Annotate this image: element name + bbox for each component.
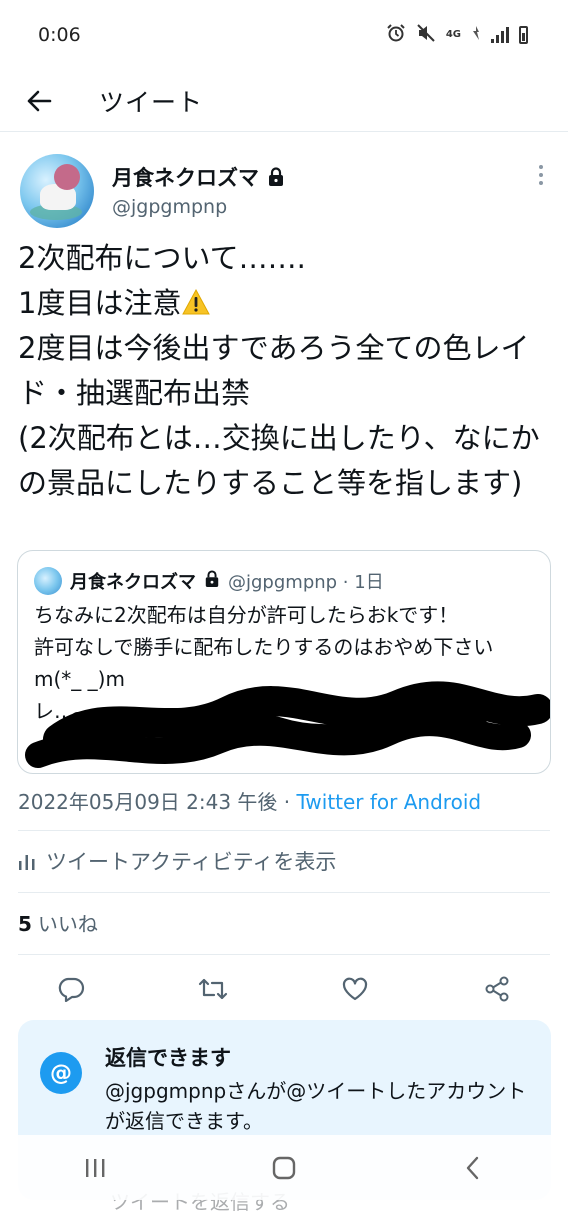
source-link[interactable]: Twitter for Android [297, 790, 482, 814]
wifi-icon [471, 24, 481, 46]
like-icon [342, 977, 368, 1001]
likes-count: 5 [18, 912, 32, 936]
retweet-button[interactable] [196, 972, 230, 1006]
lock-icon [204, 569, 220, 593]
quoted-tweet-header: 月食ネクロズマ @jgpgmpnp · 1日 [34, 567, 384, 595]
activity-label: ツイートアクティビティを表示 [46, 850, 337, 874]
tweet-text: 2次配布について……. 1度目は注意 2度目は今後出すであろう全ての色レイド・抽選配… [18, 236, 550, 506]
home-icon [272, 1156, 296, 1179]
quoted-display-name: 月食ネクロズマ [70, 572, 196, 593]
tweet-line: 2次配布について……. [18, 241, 306, 275]
reply-icon [58, 977, 85, 1002]
divider [18, 830, 550, 831]
app-header: ツイート [0, 70, 568, 132]
lock-icon [267, 167, 285, 187]
more-options-button[interactable] [526, 160, 556, 190]
tweet-line-with-icon: 1度目は注意 [18, 281, 550, 326]
likes-summary[interactable]: 5 いいね [18, 908, 98, 937]
arrow-left-icon [27, 90, 52, 111]
alarm-icon [386, 23, 406, 47]
timestamp-text: 2022年05月09日 2:43 午後 · [18, 790, 297, 814]
share-icon [485, 976, 509, 1002]
status-icons: 4G [386, 23, 528, 47]
retweet-icon [198, 978, 228, 1000]
more-icon [539, 165, 543, 169]
quoted-handle-time: @jgpgmpnp · 1日 [228, 572, 384, 593]
author-handle[interactable]: @jgpgmpnp [112, 196, 227, 218]
page-title: ツイート [99, 87, 204, 117]
tweet-timestamp: 2022年05月09日 2:43 午後 · Twitter for Androi… [18, 786, 481, 815]
back-button[interactable] [13, 75, 65, 127]
recent-apps-icon [85, 1158, 105, 1177]
network-type: 4G [445, 29, 461, 40]
reply-button[interactable] [54, 972, 88, 1006]
tweet-line: (2次配布とは…交換に出したり、なにかの景品にしたりすること等を指します) [18, 421, 540, 500]
back-nav-button[interactable] [448, 1143, 498, 1193]
share-button[interactable] [480, 972, 514, 1006]
signal-icon [491, 27, 509, 43]
reply-notice-body: @jgpgmpnpさんが@ツイートしたアカウントが返信できます。 [105, 1079, 527, 1133]
chevron-left-icon [467, 1156, 479, 1179]
status-bar: 0:06 4G [0, 0, 568, 70]
divider [18, 892, 550, 893]
avatar[interactable] [20, 154, 94, 228]
at-icon: @ [40, 1052, 82, 1094]
like-button[interactable] [338, 972, 372, 1006]
quoted-tweet[interactable]: 月食ネクロズマ @jgpgmpnp · 1日 ちなみに2次配布は自分が許可したら… [17, 550, 551, 774]
tweet-actions [0, 966, 568, 1010]
tweet-author: 月食ネクロズマ @jgpgmpnp [16, 150, 556, 230]
likes-label: いいね [37, 912, 98, 936]
reply-notice-title: 返信できます [105, 1046, 231, 1070]
quoted-avatar [34, 567, 62, 595]
home-button[interactable] [259, 1143, 309, 1193]
warning-icon [182, 288, 211, 315]
analytics-icon [19, 855, 35, 870]
mute-icon [416, 23, 436, 47]
status-time: 0:06 [38, 24, 81, 46]
tweet-activity-link[interactable]: ツイートアクティビティを表示 [18, 846, 336, 876]
recent-apps-button[interactable] [70, 1143, 120, 1193]
redaction-scribble [25, 681, 550, 768]
battery-icon [519, 26, 528, 44]
divider [18, 954, 550, 955]
author-name-row[interactable]: 月食ネクロズマ [112, 162, 285, 192]
tweet-line: 2度目は今後出すであろう全ての色レイド・抽選配布出禁 [18, 331, 530, 410]
system-nav-bar [0, 1135, 568, 1200]
author-display-name: 月食ネクロズマ [112, 166, 259, 190]
